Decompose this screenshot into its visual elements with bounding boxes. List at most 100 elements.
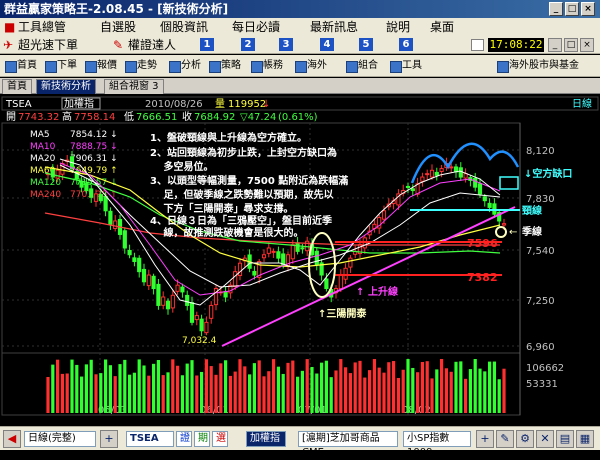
chart-area[interactable]: TSEA 加權指 2010/08/26 量 119952 ↓ 日線 開 7743… bbox=[0, 95, 600, 425]
settings-icon[interactable]: ▦ bbox=[576, 430, 594, 448]
candle-body bbox=[113, 220, 118, 229]
volume-bar bbox=[252, 363, 256, 413]
tab-combo-window[interactable]: 組合視窗 3 bbox=[104, 79, 164, 94]
draw-tool-icon[interactable]: ✎ bbox=[496, 430, 514, 448]
stock-button[interactable]: 證 bbox=[176, 431, 192, 447]
tab-technical-analysis[interactable]: 新技術分析 bbox=[36, 79, 96, 94]
volume-bar bbox=[166, 372, 170, 413]
toolbar-home[interactable]: 首頁 bbox=[4, 58, 37, 74]
chart-name: 加權指 bbox=[64, 97, 94, 110]
volume-bar bbox=[358, 360, 362, 413]
close-button[interactable]: × bbox=[581, 2, 595, 16]
warrant-link[interactable]: 權證達人 bbox=[128, 36, 176, 54]
product-select[interactable]: [滬期]芝加哥商品CME bbox=[298, 431, 398, 458]
candle-body bbox=[103, 195, 108, 212]
quick-slot-5[interactable]: 5 bbox=[359, 38, 373, 51]
note-line-7: 4、日線３日為「三鴉壓空」，盤目前近季 bbox=[150, 214, 333, 227]
toolbar-combo[interactable]: 組合 bbox=[345, 58, 378, 74]
volume-bar bbox=[147, 375, 151, 413]
child-restore-button[interactable]: □ bbox=[564, 38, 578, 52]
quick-slot-3[interactable]: 3 bbox=[279, 38, 293, 51]
crosshair-icon[interactable]: + bbox=[476, 430, 494, 448]
neckline-label: 頸線 bbox=[522, 204, 542, 217]
volume-bar bbox=[152, 363, 156, 413]
calendar-icon[interactable] bbox=[471, 39, 484, 51]
maximize-button[interactable]: □ bbox=[565, 2, 579, 16]
ma-legend-name: MA20 bbox=[30, 154, 56, 164]
options-button[interactable]: 選 bbox=[212, 431, 228, 447]
volume-bar bbox=[478, 368, 482, 413]
quick-slot-6[interactable]: 6 bbox=[399, 38, 413, 51]
toolbar-order[interactable]: 下單 bbox=[44, 58, 77, 74]
volume-bar bbox=[315, 373, 319, 413]
index-name-field[interactable]: 加權指 bbox=[246, 431, 286, 447]
child-close-button[interactable]: × bbox=[580, 38, 594, 52]
period-select[interactable]: 日線(完整) bbox=[24, 431, 96, 447]
note-line-3: 多空易位。 bbox=[150, 160, 213, 173]
volume-bar bbox=[75, 364, 79, 413]
open-label: 開 bbox=[6, 111, 16, 123]
chart-svg: TSEA 加權指 2010/08/26 量 119952 ↓ 日線 開 7743… bbox=[0, 95, 600, 425]
menu-item-desktop[interactable]: 桌面 bbox=[430, 18, 454, 36]
uptrend-label: ↑ bbox=[356, 287, 364, 298]
quick-slot-4[interactable]: 4 bbox=[320, 38, 334, 51]
volume-bar bbox=[248, 374, 252, 413]
menu-item-news[interactable]: 最新訊息 bbox=[310, 18, 358, 36]
toolbar-overseas[interactable]: 海外 bbox=[294, 58, 327, 74]
annotation-text-block: 1、盤破頸線與上升線為空方確立。 2、站回頸線為初步止跌，上封空方缺口為 多空易… bbox=[150, 131, 348, 239]
child-minimize-button[interactable]: _ bbox=[548, 38, 562, 52]
symbol-input[interactable]: TSEA bbox=[126, 431, 174, 447]
volume-bar bbox=[300, 370, 304, 413]
print-icon[interactable]: ▤ bbox=[556, 430, 574, 448]
quick-slot-2[interactable]: 2 bbox=[241, 38, 255, 51]
volume-bar bbox=[233, 371, 237, 413]
price-tick-6960: 6,960 bbox=[526, 342, 555, 353]
minimize-button[interactable]: _ bbox=[549, 2, 563, 16]
warrant-icon: ✎ bbox=[113, 38, 124, 52]
candle-body bbox=[199, 318, 204, 332]
menu-item-daily[interactable]: 每日必讀 bbox=[232, 18, 280, 36]
toolbar-analysis[interactable]: 分析 bbox=[168, 58, 201, 74]
gap-label: ↓空方缺口 bbox=[524, 167, 572, 180]
red-arrow-icon[interactable]: ◀ bbox=[3, 430, 21, 448]
menu-item-tools[interactable]: 工具總管 bbox=[18, 18, 66, 36]
menu-item-watchlist[interactable]: 自選股 bbox=[100, 18, 136, 36]
window-title: 群益贏家策略王-2.08.45 - [新技術分析] bbox=[4, 2, 229, 16]
tab-home[interactable]: 首頁 bbox=[2, 79, 32, 94]
toolbar-account[interactable]: 帳務 bbox=[250, 58, 283, 74]
wrench-icon[interactable]: ⚙ bbox=[516, 430, 534, 448]
volume-bar bbox=[204, 359, 208, 413]
menu-item-help[interactable]: 說明 bbox=[386, 18, 410, 36]
volume-tick-106662: 106662 bbox=[526, 363, 564, 374]
zoom-in-icon[interactable]: + bbox=[100, 430, 118, 448]
note-line-1: 1、盤破頸線與上升線為空方確立。 bbox=[150, 131, 307, 144]
volume-bar bbox=[128, 374, 132, 413]
toolbar-tools[interactable]: 工具 bbox=[389, 58, 422, 74]
futures-button[interactable]: 期 bbox=[194, 431, 210, 447]
overseas-fund-link[interactable]: 海外股市與基金 bbox=[496, 58, 579, 74]
price-tick-8120: 8,120 bbox=[526, 146, 555, 157]
eraser-icon[interactable]: ✕ bbox=[536, 430, 554, 448]
volume-bar bbox=[142, 365, 146, 413]
toolbar-quote[interactable]: 報價 bbox=[84, 58, 117, 74]
volume-bar bbox=[425, 361, 429, 413]
volume-bar bbox=[180, 375, 184, 413]
candle-body bbox=[439, 168, 444, 172]
period-label: 日線 bbox=[572, 97, 592, 110]
volume-bar bbox=[286, 362, 290, 413]
toolbar-trend[interactable]: 走勢 bbox=[124, 58, 157, 74]
candle-body bbox=[185, 294, 190, 306]
candle-body bbox=[55, 169, 60, 179]
candle-body bbox=[209, 304, 214, 319]
volume-bar bbox=[440, 359, 444, 413]
index-select[interactable]: 小SP指數1009 bbox=[403, 431, 471, 458]
toolbar-strategy[interactable]: 策略 bbox=[208, 58, 241, 74]
volume-bar bbox=[310, 366, 314, 413]
menu-item-stock-info[interactable]: 個股資訊 bbox=[160, 18, 208, 36]
volume-bar bbox=[281, 373, 285, 413]
candle-body bbox=[434, 171, 439, 176]
volume-bar bbox=[420, 362, 424, 413]
quick-slot-1[interactable]: 1 bbox=[200, 38, 214, 51]
quick-order-link[interactable]: 超光速下單 bbox=[18, 36, 78, 54]
candle-body bbox=[343, 267, 348, 280]
